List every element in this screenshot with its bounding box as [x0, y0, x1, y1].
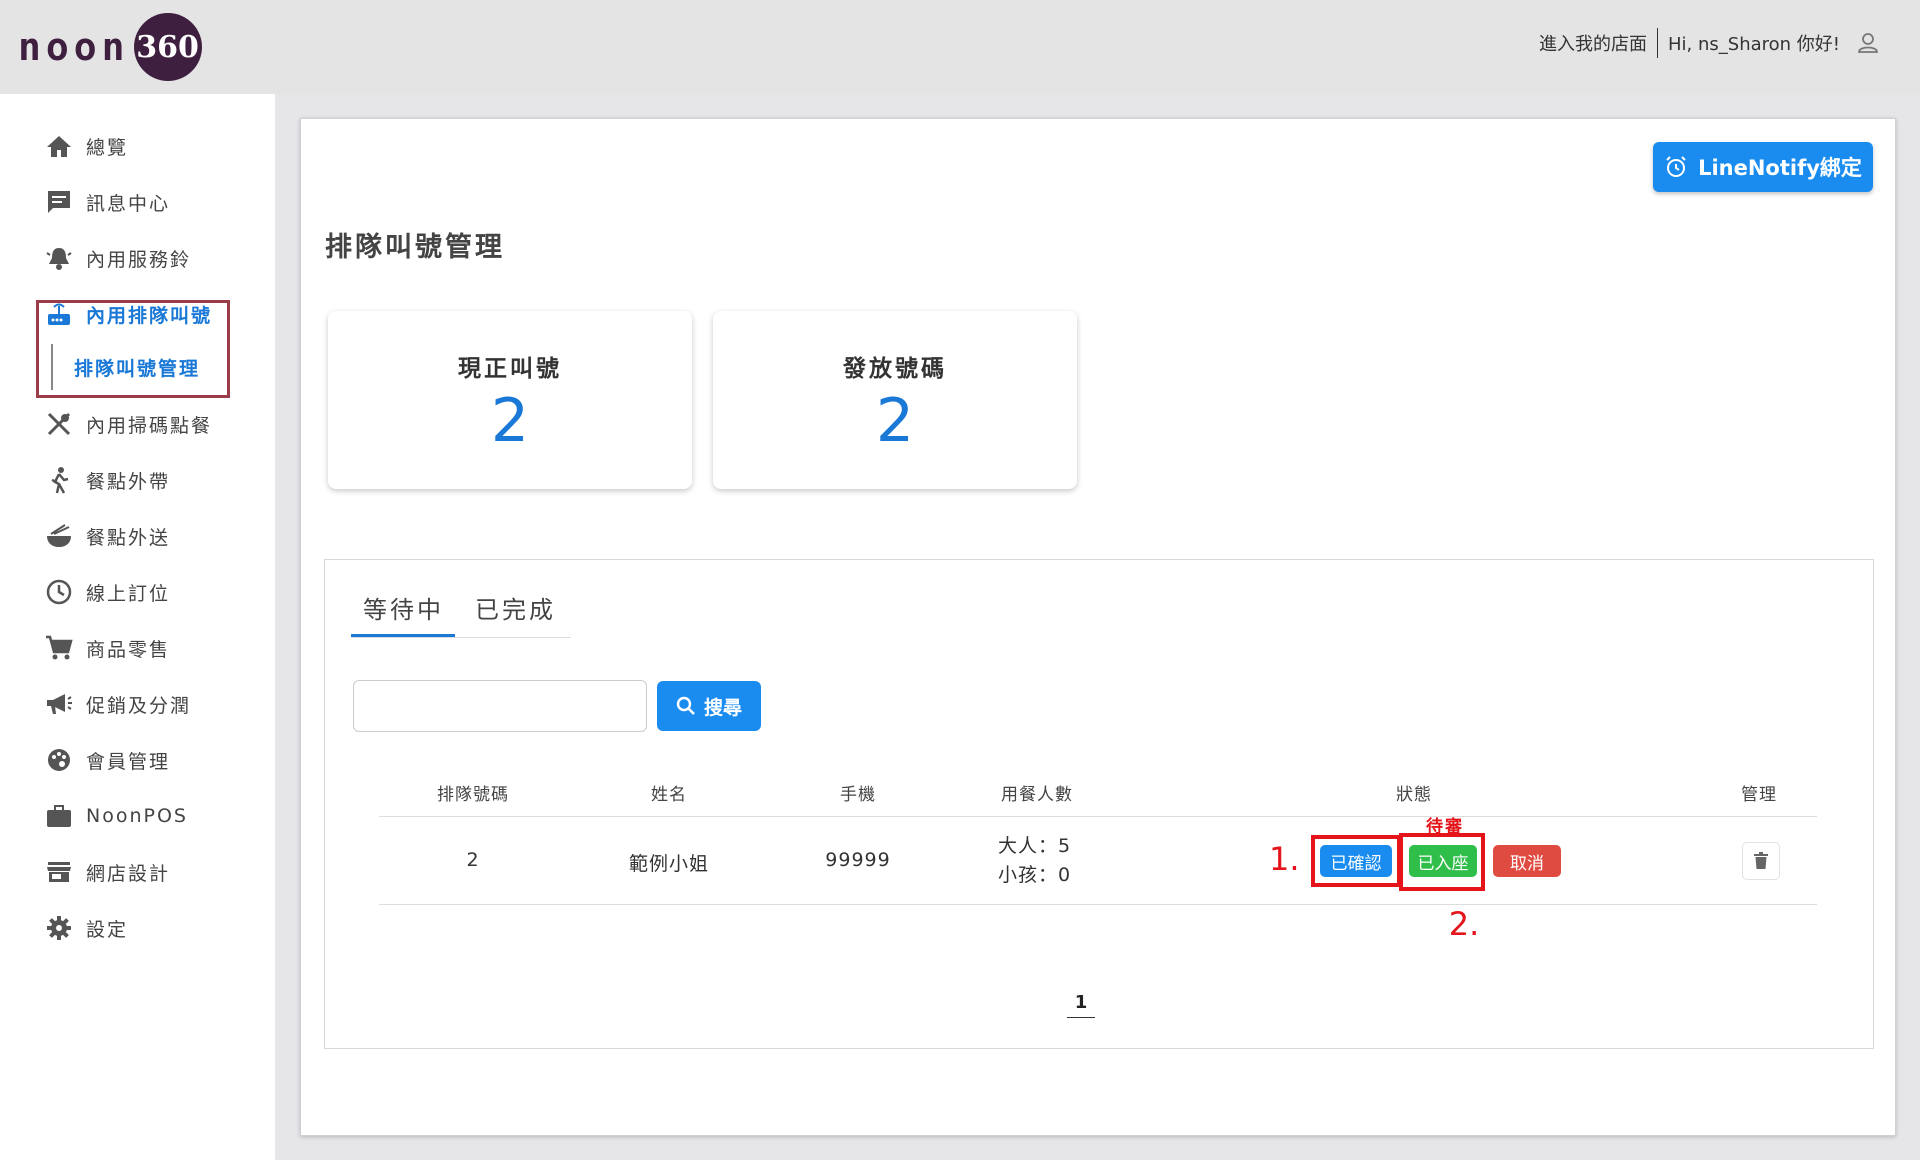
search-input[interactable] — [353, 680, 647, 732]
stat-card-current: 現正叫號 2 — [328, 311, 692, 489]
store-icon — [44, 857, 74, 887]
message-icon — [44, 187, 74, 217]
pagination-page-1[interactable]: 1 — [1067, 992, 1095, 1018]
sidebar-item-retail[interactable]: 商品零售 — [44, 632, 170, 664]
line-notify-label: LineNotify綁定 — [1698, 156, 1862, 180]
sidebar-item-label: 內用掃碼點餐 — [86, 414, 213, 437]
column-header: 姓名 — [651, 785, 687, 805]
stat-label: 現正叫號 — [458, 356, 562, 382]
annotation-step-2: 2. — [1448, 905, 1480, 943]
tab-completed[interactable]: 已完成 — [475, 590, 556, 638]
party-size: 大人：5 小孩：0 — [998, 832, 1071, 890]
annotation-step-1: 1. — [1269, 840, 1300, 878]
sidebar-item-label: 總覽 — [86, 136, 129, 159]
home-icon — [44, 131, 74, 161]
palette-icon — [44, 745, 74, 775]
noodle-bowl-icon — [44, 521, 74, 551]
tab-bar: 等待中 已完成 — [351, 590, 571, 638]
enter-store-link[interactable]: 進入我的店面 — [1539, 30, 1657, 56]
search-button-label: 搜尋 — [703, 696, 742, 719]
search-button[interactable]: 搜尋 — [657, 681, 761, 731]
table-row-divider — [379, 904, 1817, 905]
sidebar-item-label: 設定 — [86, 918, 129, 941]
sidebar-item-settings[interactable]: 設定 — [44, 912, 128, 944]
sidebar-item-label: 訊息中心 — [86, 192, 171, 215]
column-header: 用餐人數 — [1001, 785, 1073, 805]
line-notify-button[interactable]: LineNotify綁定 — [1653, 142, 1873, 192]
sidebar-item-label: NoonPOS — [86, 805, 188, 827]
header-divider — [1657, 28, 1658, 58]
utensils-icon — [44, 409, 74, 439]
sidebar-item-noonpos[interactable]: NoonPOS — [44, 800, 188, 832]
seated-button[interactable]: 已入座 — [1409, 845, 1477, 877]
walking-icon — [44, 465, 74, 495]
column-header: 排隊號碼 — [437, 785, 509, 805]
delete-button[interactable] — [1742, 842, 1780, 880]
table-header-divider — [379, 816, 1817, 817]
gear-icon — [44, 913, 74, 943]
stat-card-issued: 發放號碼 2 — [713, 311, 1077, 489]
customer-phone: 99999 — [825, 849, 891, 871]
trash-icon — [1754, 852, 1768, 869]
column-header: 手機 — [840, 785, 876, 805]
sidebar-item-label: 網店設計 — [86, 862, 171, 885]
megaphone-icon — [44, 689, 74, 719]
top-header: noon 360 進入我的店面 Hi, ns_Sharon 你好! — [0, 0, 1920, 94]
sidebar-item-messages[interactable]: 訊息中心 — [44, 186, 170, 218]
sidebar-item-label: 商品零售 — [86, 638, 171, 661]
sidebar-item-label: 促銷及分潤 — [86, 694, 192, 717]
sidebar-item-delivery[interactable]: 餐點外送 — [44, 520, 170, 552]
adults-count: 大人：5 — [998, 835, 1072, 857]
children-count: 小孩：0 — [998, 864, 1072, 886]
sidebar-item-overview[interactable]: 總覽 — [44, 130, 128, 162]
cart-icon — [44, 633, 74, 663]
noon360-logo[interactable]: noon 360 — [18, 12, 202, 82]
sidebar-item-store-design[interactable]: 網店設計 — [44, 856, 170, 888]
cancel-button[interactable]: 取消 — [1493, 845, 1561, 877]
column-header: 管理 — [1741, 785, 1777, 805]
sidebar-item-members[interactable]: 會員管理 — [44, 744, 170, 776]
sidebar-item-reservation[interactable]: 線上訂位 — [44, 576, 170, 608]
user-greeting: Hi, ns_Sharon 你好! — [1668, 34, 1840, 55]
stat-value: 2 — [875, 386, 915, 456]
customer-name: 範例小姐 — [628, 853, 710, 875]
active-tab-indicator — [351, 634, 455, 637]
queue-list-box: 等待中 已完成 搜尋 排隊號碼 姓名 手機 用餐人數 狀態 管理 2 範例小姐 … — [324, 559, 1874, 1049]
sidebar-item-label: 內用服務鈴 — [86, 248, 192, 271]
sidebar-highlight-box — [36, 300, 230, 398]
main-panel: LineNotify綁定 排隊叫號管理 現正叫號 2 發放號碼 2 等待中 已完… — [300, 118, 1896, 1136]
sidebar-item-takeout[interactable]: 餐點外帶 — [44, 464, 170, 496]
logo-badge: 360 — [133, 13, 202, 81]
stat-label: 發放號碼 — [843, 356, 947, 382]
sidebar-item-scan-order[interactable]: 內用掃碼點餐 — [44, 408, 212, 440]
sidebar-item-label: 餐點外帶 — [86, 470, 171, 493]
logo-text: noon — [18, 25, 130, 69]
sidebar-item-label: 線上訂位 — [86, 582, 171, 605]
queue-number: 2 — [466, 849, 480, 871]
user-icon[interactable] — [1856, 31, 1880, 55]
clock-icon — [44, 577, 74, 607]
sidebar-item-label: 餐點外送 — [86, 526, 171, 549]
page-title: 排隊叫號管理 — [325, 232, 505, 263]
sidebar: 總覽 訊息中心 內用服務鈴 內用排隊叫號 排隊叫號管理 內用掃碼點餐 餐點外帶 … — [0, 94, 275, 1160]
column-header: 狀態 — [1396, 785, 1432, 805]
search-icon — [676, 696, 695, 715]
sidebar-item-label: 會員管理 — [86, 750, 171, 773]
sidebar-item-promotion[interactable]: 促銷及分潤 — [44, 688, 191, 720]
stat-value: 2 — [490, 386, 530, 456]
header-user-area: 進入我的店面 Hi, ns_Sharon 你好! — [1539, 26, 1880, 60]
tab-waiting[interactable]: 等待中 — [363, 590, 444, 638]
bell-icon — [44, 243, 74, 273]
alarm-clock-icon — [1666, 156, 1686, 177]
sidebar-item-service-bell[interactable]: 內用服務鈴 — [44, 242, 191, 274]
confirm-button[interactable]: 已確認 — [1320, 845, 1392, 877]
briefcase-icon — [44, 801, 74, 831]
